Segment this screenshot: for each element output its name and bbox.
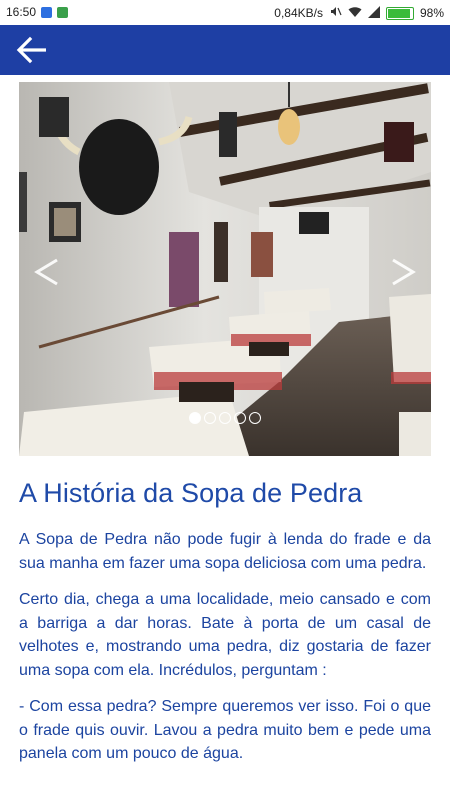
mute-icon (329, 5, 342, 21)
carousel-dot[interactable] (189, 412, 201, 424)
chevron-right-icon (392, 258, 416, 286)
carousel-dot[interactable] (249, 412, 261, 424)
carousel-indicator (19, 412, 431, 424)
carousel-prev-button[interactable] (29, 252, 65, 292)
carousel-dot[interactable] (234, 412, 246, 424)
notification-app-icon (57, 6, 69, 18)
carousel-next-button[interactable] (385, 252, 421, 292)
status-bar: 16:50 0,84KB/s 98% (0, 0, 450, 25)
network-speed: 0,84KB/s (274, 6, 323, 20)
notification-shield-icon (41, 6, 53, 18)
signal-icon (367, 5, 380, 21)
clock: 16:50 (6, 5, 37, 19)
article-paragraph: - Com essa pedra? Sempre queremos ver is… (19, 698, 431, 762)
carousel-dot[interactable] (204, 412, 216, 424)
carousel-dot[interactable] (219, 412, 231, 424)
arrow-left-icon (16, 36, 46, 64)
restaurant-photo (19, 82, 431, 456)
app-bar (0, 25, 450, 75)
article-body: A Sopa de Pedra não pode fugir à lenda d… (19, 528, 431, 779)
battery-percent: 98% (419, 6, 444, 20)
image-carousel[interactable] (19, 82, 431, 456)
article-paragraph: A Sopa de Pedra não pode fugir à lenda d… (19, 531, 431, 572)
article-paragraph: Certo dia, chega a uma localidade, meio … (19, 591, 431, 679)
battery-icon (385, 6, 414, 20)
back-button[interactable] (14, 35, 50, 65)
wifi-icon (348, 6, 362, 21)
page-title: A História da Sopa de Pedra (19, 478, 363, 508)
chevron-left-icon (34, 258, 58, 286)
